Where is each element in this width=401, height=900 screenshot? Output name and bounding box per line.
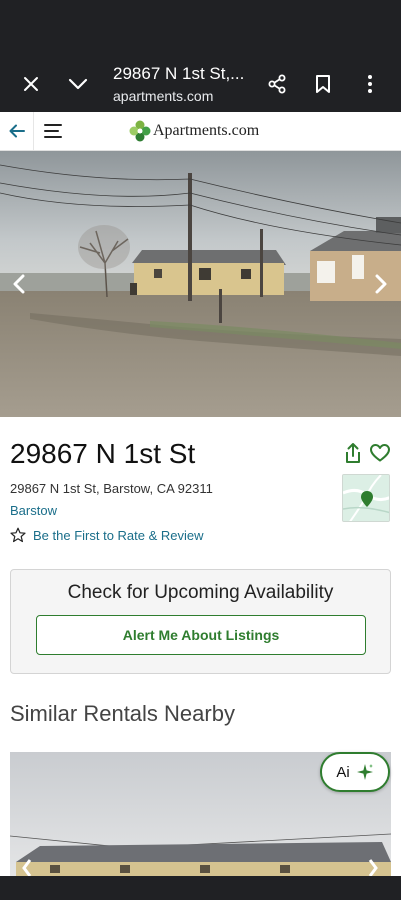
favorite-heart-icon[interactable] bbox=[368, 441, 392, 465]
ai-button-label: Ai bbox=[336, 763, 350, 781]
star-outline-icon bbox=[10, 527, 26, 543]
rate-review-link[interactable]: Be the First to Rate & Review bbox=[10, 527, 204, 543]
share-listing-icon[interactable] bbox=[342, 440, 364, 466]
bookmark-icon[interactable] bbox=[307, 68, 339, 100]
next-photo-arrow-icon[interactable] bbox=[368, 269, 394, 299]
back-arrow-icon[interactable] bbox=[0, 112, 34, 150]
site-header: Apartments.com bbox=[0, 112, 401, 151]
more-options-icon[interactable] bbox=[354, 68, 386, 100]
tab-url: apartments.com bbox=[113, 88, 214, 104]
system-navigation-bar bbox=[0, 876, 401, 900]
chevron-down-icon[interactable] bbox=[62, 68, 94, 100]
logo-leaf-icon bbox=[129, 120, 151, 142]
close-icon[interactable] bbox=[15, 68, 47, 100]
status-bar bbox=[0, 0, 401, 56]
ai-assistant-button[interactable]: Ai bbox=[320, 752, 390, 792]
listing-title: 29867 N 1st St bbox=[10, 438, 196, 469]
listing-address: 29867 N 1st St, Barstow, CA 92311 bbox=[10, 481, 213, 496]
listing-photo[interactable] bbox=[0, 151, 401, 417]
availability-card: Check for Upcoming Availability Alert Me… bbox=[10, 569, 391, 674]
mini-map[interactable] bbox=[342, 474, 390, 522]
site-logo[interactable]: Apartments.com bbox=[129, 120, 259, 142]
sparkle-icon bbox=[356, 764, 373, 780]
alert-me-button[interactable]: Alert Me About Listings bbox=[36, 615, 366, 655]
browser-toolbar: 29867 N 1st St,... apartments.com bbox=[0, 56, 401, 112]
availability-heading: Check for Upcoming Availability bbox=[67, 582, 334, 603]
city-link[interactable]: Barstow bbox=[10, 503, 57, 518]
tab-title: 29867 N 1st St,... bbox=[113, 64, 245, 83]
hamburger-menu-icon[interactable] bbox=[38, 112, 68, 150]
logo-text: Apartments.com bbox=[153, 122, 260, 139]
share-icon[interactable] bbox=[261, 68, 293, 100]
tab-title-area: 29867 N 1st St,... apartments.com bbox=[113, 64, 263, 104]
previous-photo-arrow-icon[interactable] bbox=[6, 269, 32, 299]
similar-rentals-heading: Similar Rentals Nearby bbox=[10, 701, 235, 726]
page: 29867 N 1st St,... apartments.com Apartm… bbox=[0, 0, 401, 900]
rate-review-text: Be the First to Rate & Review bbox=[33, 527, 204, 543]
